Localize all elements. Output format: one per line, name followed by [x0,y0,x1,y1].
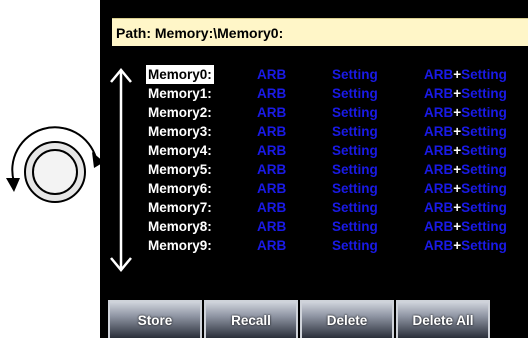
up-down-arrow-icon [110,68,132,272]
arb-setting-option[interactable]: ARB+Setting [424,141,507,160]
arb-option[interactable]: ARB [257,198,286,217]
memory-slot-name[interactable]: Memory9: [146,236,214,255]
setting-option[interactable]: Setting [332,198,378,217]
softkey-bar: Store Recall Delete Delete All [108,300,528,338]
setting-option[interactable]: Setting [332,84,378,103]
combo-arb: ARB [424,219,454,234]
path-bar: Path: Memory:\Memory0: [112,18,528,46]
setting-option[interactable]: Setting [332,179,378,198]
combo-plus: + [453,181,462,196]
combo-plus: + [453,238,462,253]
combo-arb: ARB [424,124,454,139]
delete-button[interactable]: Delete [300,300,394,338]
delete-all-button[interactable]: Delete All [396,300,490,338]
arb-setting-option[interactable]: ARB+Setting [424,103,507,122]
arb-option[interactable]: ARB [257,65,286,84]
memory-slot-name[interactable]: Memory4: [146,141,214,160]
arb-setting-option[interactable]: ARB+Setting [424,122,507,141]
combo-plus: + [453,200,462,215]
arb-option[interactable]: ARB [257,179,286,198]
store-button[interactable]: Store [108,300,202,338]
arb-option[interactable]: ARB [257,141,286,160]
combo-arb: ARB [424,143,454,158]
arb-setting-option[interactable]: ARB+Setting [424,179,507,198]
arb-setting-option[interactable]: ARB+Setting [424,65,507,84]
memory-slot-name[interactable]: Memory3: [146,122,214,141]
combo-arb: ARB [424,86,454,101]
combo-setting: Setting [461,162,507,177]
setting-option[interactable]: Setting [332,217,378,236]
combo-arb: ARB [424,181,454,196]
combo-setting: Setting [461,67,507,82]
arb-option[interactable]: ARB [257,236,286,255]
arb-option[interactable]: ARB [257,103,286,122]
memory-slot-name[interactable]: Memory5: [146,160,214,179]
combo-plus: + [453,143,462,158]
arb-setting-option[interactable]: ARB+Setting [424,217,507,236]
combo-plus: + [453,219,462,234]
combo-plus: + [453,105,462,120]
combo-setting: Setting [461,181,507,196]
rotary-knob-icon[interactable] [0,114,110,224]
setting-option[interactable]: Setting [332,141,378,160]
arb-setting-option[interactable]: ARB+Setting [424,236,507,255]
combo-setting: Setting [461,200,507,215]
combo-plus: + [453,162,462,177]
combo-setting: Setting [461,86,507,101]
arb-setting-option[interactable]: ARB+Setting [424,198,507,217]
memory-slot-name[interactable]: Memory1: [146,84,214,103]
memory-slot-name[interactable]: Memory8: [146,217,214,236]
setting-option[interactable]: Setting [332,236,378,255]
arb-option[interactable]: ARB [257,122,286,141]
combo-setting: Setting [461,219,507,234]
arb-option[interactable]: ARB [257,84,286,103]
memory-slot-name[interactable]: Memory2: [146,103,214,122]
combo-arb: ARB [424,162,454,177]
combo-setting: Setting [461,143,507,158]
memory-slot-name[interactable]: Memory7: [146,198,214,217]
combo-plus: + [453,67,462,82]
combo-arb: ARB [424,238,454,253]
arb-option[interactable]: ARB [257,217,286,236]
memory-slot-name[interactable]: Memory0: [146,65,214,84]
arb-setting-option[interactable]: ARB+Setting [424,84,507,103]
combo-arb: ARB [424,105,454,120]
combo-plus: + [453,124,462,139]
arb-setting-option[interactable]: ARB+Setting [424,160,507,179]
memory-slot-name[interactable]: Memory6: [146,179,214,198]
recall-button[interactable]: Recall [204,300,298,338]
setting-option[interactable]: Setting [332,65,378,84]
combo-setting: Setting [461,105,507,120]
combo-arb: ARB [424,200,454,215]
combo-setting: Setting [461,124,507,139]
setting-option[interactable]: Setting [332,103,378,122]
arb-option[interactable]: ARB [257,160,286,179]
combo-arb: ARB [424,67,454,82]
setting-option[interactable]: Setting [332,122,378,141]
combo-setting: Setting [461,238,507,253]
setting-option[interactable]: Setting [332,160,378,179]
combo-plus: + [453,86,462,101]
